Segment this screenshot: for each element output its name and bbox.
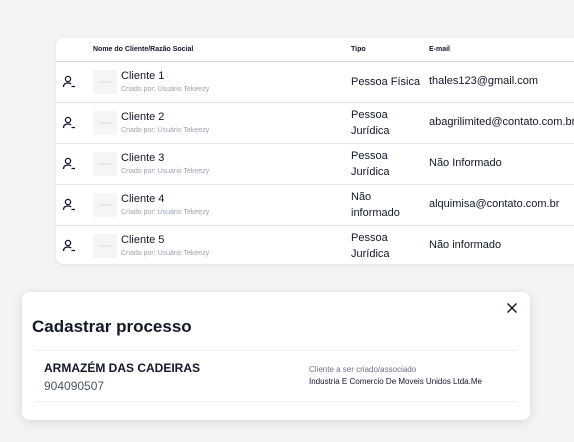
screen: Nome do Cliente/Razão Social Tipo E-mail… <box>0 0 574 442</box>
client-created-by: Criado por: Usuário Tekeezy <box>121 168 210 175</box>
client-name[interactable]: Cliente 5 <box>121 234 164 246</box>
client-type: Não informado <box>351 191 400 219</box>
header-type: Tipo <box>351 46 366 53</box>
process-name: ARMAZÉM DAS CADEIRAS <box>44 361 200 375</box>
table-row[interactable]: Cliente 3 Criado por: Usuário Tekeezy Pe… <box>56 144 574 185</box>
client-name[interactable]: Cliente 2 <box>121 111 164 123</box>
user-icon <box>62 75 75 88</box>
close-icon[interactable] <box>506 302 518 314</box>
client-email: thales123@gmail.com <box>429 75 538 87</box>
client-created-by: Criado por: Usuário Tekeezy <box>121 209 210 216</box>
table-row[interactable]: Cliente 4 Criado por: Usuário Tekeezy Nã… <box>56 185 574 226</box>
client-type: Pessoa Jurídica <box>351 150 390 178</box>
header-name: Nome do Cliente/Razão Social <box>93 46 194 53</box>
client-name[interactable]: Cliente 1 <box>121 70 164 82</box>
client-email: Não Informado <box>429 157 502 169</box>
client-logo <box>93 70 117 94</box>
table-header: Nome do Cliente/Razão Social Tipo E-mail <box>56 38 574 62</box>
client-email: Não informado <box>429 239 502 251</box>
table-row[interactable]: Cliente 1 Criado por: Usuário Tekeezy Pe… <box>56 62 574 103</box>
client-created-by: Criado por: Usuário Tekeezy <box>121 250 210 257</box>
user-icon <box>62 157 75 170</box>
client-logo <box>93 111 117 135</box>
client-type: Pessoa Jurídica <box>351 232 390 260</box>
process-summary: ARMAZÉM DAS CADEIRAS 904090507 Cliente a… <box>35 350 517 402</box>
client-name[interactable]: Cliente 3 <box>121 152 164 164</box>
header-email: E-mail <box>429 46 451 53</box>
client-email: abagrilimited@contato.com.br <box>429 116 574 128</box>
client-logo <box>93 234 117 258</box>
client-name[interactable]: Cliente 4 <box>121 193 164 205</box>
table-row[interactable]: Cliente 5 Criado por: Usuário Tekeezy Pe… <box>56 226 574 264</box>
client-type: Pessoa Física <box>351 76 421 88</box>
associated-client-value: Industria E Comercio De Moveis Unidos Lt… <box>309 377 482 386</box>
modal-title: Cadastrar processo <box>32 317 192 336</box>
user-icon <box>62 239 75 252</box>
client-logo <box>93 152 117 176</box>
associated-client-label: Cliente a ser criado/associado <box>309 365 417 374</box>
user-icon <box>62 198 75 211</box>
client-email: alquimisa@contato.com.br <box>429 198 560 210</box>
create-process-modal: Cadastrar processo ARMAZÉM DAS CADEIRAS … <box>22 292 530 420</box>
table-row[interactable]: Cliente 2 Criado por: Usuário Tekeezy Pe… <box>56 103 574 144</box>
client-created-by: Criado por: Usuário Tekeezy <box>121 127 210 134</box>
client-logo <box>93 193 117 217</box>
client-type: Pessoa Jurídica <box>351 109 390 137</box>
client-created-by: Criado por: Usuário Tekeezy <box>121 86 210 93</box>
process-code: 904090507 <box>44 379 105 393</box>
user-icon <box>62 116 75 129</box>
clients-table: Nome do Cliente/Razão Social Tipo E-mail… <box>56 38 574 264</box>
